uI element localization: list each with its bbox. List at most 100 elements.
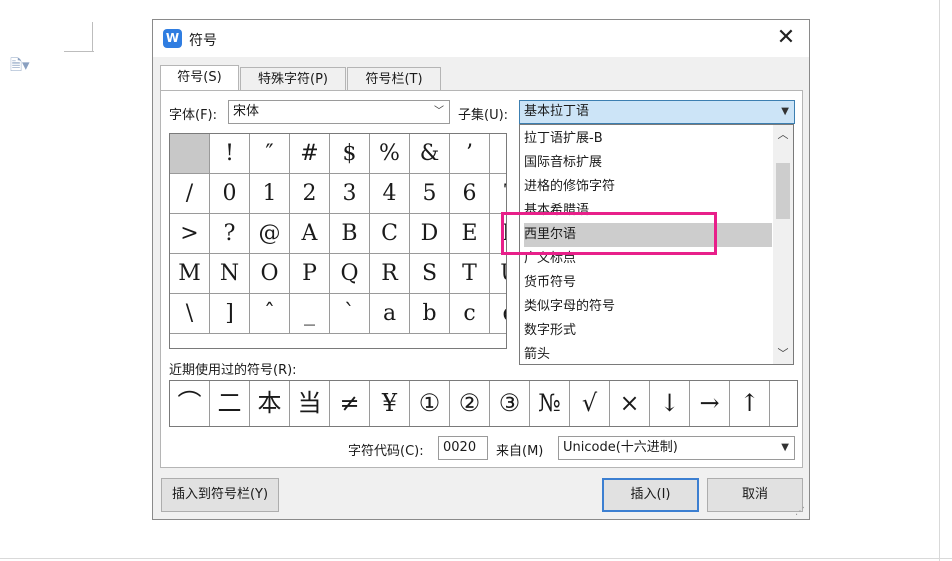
symbol-cell[interactable]: d xyxy=(490,294,506,334)
symbol-cell[interactable]: ! xyxy=(210,134,250,174)
close-icon[interactable]: ✕ xyxy=(773,25,799,51)
recent-symbol[interactable]: ② xyxy=(450,381,490,426)
symbol-cell[interactable]: 6 xyxy=(450,174,490,214)
recent-symbol[interactable]: × xyxy=(610,381,650,426)
subset-option[interactable]: 箭头 xyxy=(524,343,772,367)
symbol-cell[interactable]: ˆ xyxy=(250,294,290,334)
font-select-value: 宋体 xyxy=(233,104,260,119)
symbol-cell[interactable]: ? xyxy=(210,214,250,254)
from-label-text: 来自(M) xyxy=(496,444,544,459)
symbol-cell[interactable]: ’ xyxy=(450,134,490,174)
font-label: 字体(F): xyxy=(169,108,218,123)
resize-grip-icon[interactable]: ⋰ xyxy=(795,506,805,517)
recent-symbol[interactable]: 二 xyxy=(210,381,250,426)
subset-option[interactable]: 进格的修饰字符 xyxy=(524,175,772,199)
recent-symbol[interactable]: → xyxy=(690,381,730,426)
symbol-cell[interactable]: _ xyxy=(290,294,330,334)
symbol-cell[interactable]: O xyxy=(250,254,290,294)
subset-option[interactable]: 拉丁语扩展-B xyxy=(524,127,772,151)
recent-symbol[interactable]: 本 xyxy=(250,381,290,426)
recent-symbols-strip: ⌒ 二本当 ≠ ¥ ① ② ③ № √ × ↓ → ↑ xyxy=(169,380,798,427)
title-bar: W 符号 ✕ xyxy=(153,20,809,57)
symbol-cell[interactable]: 5 xyxy=(410,174,450,214)
recent-symbols-label: 近期使用过的符号(R): xyxy=(169,363,297,378)
symbol-cell[interactable]: # xyxy=(290,134,330,174)
symbol-cell[interactable]: Q xyxy=(330,254,370,294)
symbol-cell[interactable]: ″ xyxy=(250,134,290,174)
recent-symbol[interactable]: √ xyxy=(570,381,610,426)
page-edge xyxy=(0,558,952,559)
symbol-cell[interactable]: / xyxy=(170,174,210,214)
recent-symbol[interactable]: ① xyxy=(410,381,450,426)
insert-button[interactable]: 插入(I) xyxy=(602,478,699,512)
subset-select[interactable]: 基本拉丁语 ▼ xyxy=(519,100,795,124)
symbol-cell[interactable]: > xyxy=(170,214,210,254)
symbol-cell[interactable]: A xyxy=(290,214,330,254)
page-crop-mark xyxy=(92,22,93,52)
char-code-input[interactable]: 0020 xyxy=(438,436,488,460)
recent-symbol[interactable]: 当 xyxy=(290,381,330,426)
dialog-title: 符号 xyxy=(189,33,217,49)
recent-symbol[interactable]: ③ xyxy=(490,381,530,426)
symbol-cell[interactable]: R xyxy=(370,254,410,294)
from-select[interactable]: Unicode(十六进制) ▼ xyxy=(558,436,795,460)
symbol-cell[interactable]: 0 xyxy=(210,174,250,214)
wps-writer-icon: W xyxy=(163,29,182,48)
symbol-cell[interactable]: T xyxy=(450,254,490,294)
cancel-button[interactable]: 取消 xyxy=(707,478,803,512)
symbol-cell[interactable] xyxy=(170,134,210,174)
subset-option[interactable]: 类似字母的符号 xyxy=(524,295,772,319)
recent-symbol[interactable]: ↑ xyxy=(730,381,770,426)
symbol-cell[interactable]: E xyxy=(450,214,490,254)
scroll-down-icon[interactable]: ﹀ xyxy=(773,344,793,364)
symbol-cell[interactable]: U xyxy=(490,254,506,294)
dropdown-arrow-icon: ▼ xyxy=(781,106,789,117)
subset-option[interactable]: 货币符号 xyxy=(524,271,772,295)
symbol-cell[interactable]: S xyxy=(410,254,450,294)
insert-to-symbol-bar-button[interactable]: 插入到符号栏(Y) xyxy=(161,478,279,512)
symbol-cell[interactable]: 4 xyxy=(370,174,410,214)
subset-select-value: 基本拉丁语 xyxy=(524,104,590,119)
from-select-value: Unicode(十六进制) xyxy=(563,440,678,455)
symbol-cell[interactable]: % xyxy=(370,134,410,174)
symbol-cell[interactable]: ` xyxy=(330,294,370,334)
scrollbar[interactable]: ︿ ﹀ xyxy=(773,125,793,364)
symbol-cell[interactable]: @ xyxy=(250,214,290,254)
symbol-cell[interactable]: M xyxy=(170,254,210,294)
recent-symbol[interactable]: ⌒ xyxy=(170,381,210,426)
recent-symbol[interactable]: ≠ xyxy=(330,381,370,426)
recent-symbol[interactable]: ¥ xyxy=(370,381,410,426)
symbol-cell[interactable]: D xyxy=(410,214,450,254)
symbol-cell[interactable]: \ xyxy=(170,294,210,334)
highlight-annotation-box xyxy=(501,212,717,255)
symbol-cell[interactable]: a xyxy=(370,294,410,334)
symbol-cell[interactable]: P xyxy=(290,254,330,294)
symbol-cell[interactable]: c xyxy=(450,294,490,334)
symbol-cell[interactable]: ] xyxy=(210,294,250,334)
subset-option[interactable]: 国际音标扩展 xyxy=(524,151,772,175)
tab-symbol-bar[interactable]: 符号栏(T) xyxy=(347,67,441,91)
symbol-dialog: W 符号 ✕ 符号(S) 特殊字符(P) 符号栏(T) 字体(F): 宋体 ﹀ … xyxy=(152,19,810,520)
recent-symbol[interactable]: № xyxy=(530,381,570,426)
tab-special-characters[interactable]: 特殊字符(P) xyxy=(240,67,346,91)
scroll-up-icon[interactable]: ︿ xyxy=(773,125,793,145)
dropdown-arrow-icon: ▼ xyxy=(781,442,789,453)
symbol-cell[interactable]: $ xyxy=(330,134,370,174)
symbol-cell[interactable]: C xyxy=(370,214,410,254)
symbol-cell[interactable]: 2 xyxy=(290,174,330,214)
symbol-cell[interactable]: b xyxy=(410,294,450,334)
symbol-cell[interactable]: ( xyxy=(490,134,506,174)
symbol-cell[interactable]: 3 xyxy=(330,174,370,214)
scroll-thumb[interactable] xyxy=(776,163,790,219)
symbol-cell[interactable]: 7 xyxy=(490,174,506,214)
symbol-cell[interactable]: & xyxy=(410,134,450,174)
tab-symbols[interactable]: 符号(S) xyxy=(160,65,239,91)
font-select[interactable]: 宋体 ﹀ xyxy=(228,100,450,124)
symbol-cell[interactable]: N xyxy=(210,254,250,294)
document-icon: 🗎▾ xyxy=(10,56,30,74)
subset-option[interactable]: 数字形式 xyxy=(524,319,772,343)
chevron-down-icon: ﹀ xyxy=(434,106,444,117)
recent-symbol[interactable]: ↓ xyxy=(650,381,690,426)
symbol-cell[interactable]: 1 xyxy=(250,174,290,214)
symbol-cell[interactable]: B xyxy=(330,214,370,254)
